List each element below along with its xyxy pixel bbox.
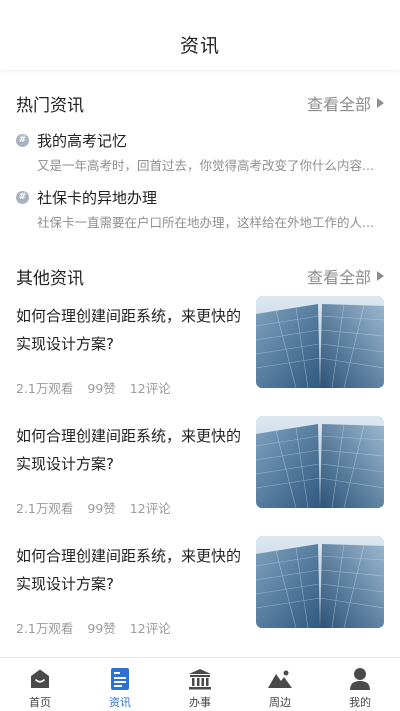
tab-nearby[interactable]: 周边 — [240, 658, 320, 711]
tab-services[interactable]: 办事 — [160, 658, 240, 711]
hot-news-header: 热门资讯 查看全部 — [16, 91, 384, 116]
news-item-title: 如何合理创建间距系统，来更快的实现设计方案? — [16, 547, 242, 593]
tab-label: 我的 — [349, 696, 371, 709]
top-bar: 资讯 — [0, 0, 400, 70]
views-count: 2.1万观看 — [16, 621, 74, 636]
page-title: 资讯 — [179, 34, 220, 57]
hot-news-item-title: 社保卡的异地办理 — [37, 188, 158, 207]
hot-news-item[interactable]: # 社保卡的异地办理 社保卡一直需要在户口所在地办理，这样给在外地工作的人... — [16, 185, 384, 233]
news-item-title: 如何合理创建间距系统，来更快的实现设计方案? — [16, 307, 242, 353]
views-count: 2.1万观看 — [16, 381, 74, 396]
tab-label: 首页 — [29, 696, 51, 709]
hot-news-item-desc: 又是一年高考时，回首过去，你觉得高考改变了你什么内容... — [37, 158, 374, 173]
tab-label: 办事 — [189, 696, 211, 709]
view-all-label: 查看全部 — [306, 268, 371, 287]
view-all-label: 查看全部 — [306, 95, 371, 114]
comments-count: 12评论 — [129, 621, 171, 636]
news-item-stats: 2.1万观看 99赞 12评论 — [16, 378, 171, 397]
hot-news-view-all-link[interactable]: 查看全部 — [307, 91, 384, 115]
hot-news-title: 热门资讯 — [16, 95, 84, 116]
news-thumbnail — [256, 536, 384, 628]
news-list-item[interactable]: 如何合理创建间距系统，来更快的实现设计方案? 2.1万观看 99赞 12评论 — [16, 416, 384, 522]
hot-news-item-desc: 社保卡一直需要在户口所在地办理，这样给在外地工作的人... — [37, 215, 374, 230]
news-list-item[interactable]: 如何合理创建间距系统，来更快的实现设计方案? 2.1万观看 99赞 12评论 — [16, 536, 384, 642]
mountain-icon — [267, 666, 293, 692]
tab-label: 周边 — [269, 696, 291, 709]
tab-news[interactable]: 资讯 — [80, 658, 160, 711]
triangle-right-icon — [377, 271, 384, 281]
triangle-right-icon — [377, 98, 384, 108]
comments-count: 12评论 — [129, 501, 171, 516]
tab-profile[interactable]: 我的 — [320, 658, 400, 711]
likes-count: 99赞 — [87, 501, 116, 516]
hot-news-item-title: 我的高考记忆 — [37, 131, 128, 150]
home-icon — [27, 666, 53, 692]
views-count: 2.1万观看 — [16, 501, 74, 516]
building-icon — [187, 666, 213, 692]
news-thumbnail — [256, 416, 384, 508]
tab-label: 资讯 — [109, 696, 131, 709]
news-thumbnail — [256, 296, 384, 388]
comments-count: 12评论 — [129, 381, 171, 396]
news-list-item[interactable]: 如何合理创建间距系统，来更快的实现设计方案? 2.1万观看 99赞 12评论 — [16, 296, 384, 402]
hash-icon: # — [16, 190, 29, 204]
other-news-header: 其他资讯 查看全部 — [16, 264, 384, 289]
news-item-stats: 2.1万观看 99赞 12评论 — [16, 498, 171, 517]
news-item-stats: 2.1万观看 99赞 12评论 — [16, 618, 171, 637]
other-news-view-all-link[interactable]: 查看全部 — [307, 264, 384, 288]
other-news-title: 其他资讯 — [16, 268, 84, 289]
news-icon — [107, 666, 133, 692]
likes-count: 99赞 — [87, 621, 116, 636]
news-item-title: 如何合理创建间距系统，来更快的实现设计方案? — [16, 427, 242, 473]
tab-home[interactable]: 首页 — [0, 658, 80, 711]
hot-news-item[interactable]: # 我的高考记忆 又是一年高考时，回首过去，你觉得高考改变了你什么内容... — [16, 128, 384, 176]
bottom-tab-bar: 首页 资讯 办事 周边 我的 — [0, 657, 400, 711]
hash-icon: # — [16, 133, 29, 147]
likes-count: 99赞 — [87, 381, 116, 396]
user-icon — [347, 666, 373, 692]
